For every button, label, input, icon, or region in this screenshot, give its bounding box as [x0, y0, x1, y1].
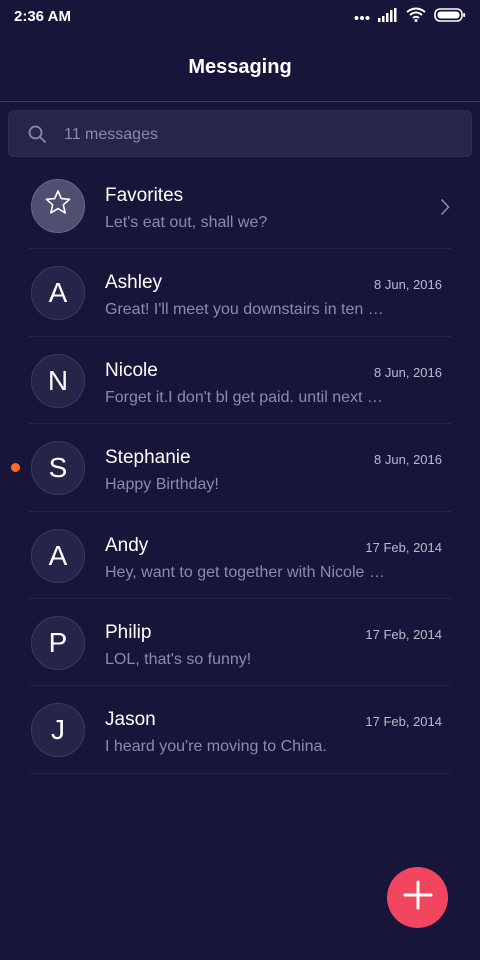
contact-name: Andy: [105, 534, 149, 556]
message-preview: LOL, that's so funny!: [105, 650, 252, 668]
avatar: J: [31, 703, 85, 758]
contact-name: Nicole: [105, 359, 158, 381]
message-date: 8 Jun, 2016: [374, 364, 442, 380]
conversation-item[interactable]: P Philip 17 Feb, 2014 LOL, that's so funny!: [0, 599, 480, 687]
conversation-item[interactable]: J Jason 17 Feb, 2014 I heard you're moving …: [0, 686, 480, 774]
conversation-item[interactable]: N Nicole 8 Jun, 2016 Forget it.I don't bl g…: [0, 337, 480, 425]
favorites-title: Favorites: [105, 185, 184, 206]
signal-icon: [378, 7, 398, 27]
message-preview: Happy Birthday!: [105, 476, 219, 494]
message-date: 17 Feb, 2014: [365, 626, 442, 642]
search-placeholder: 11 messages: [64, 126, 158, 143]
message-preview: I heard you're moving to China.: [105, 738, 327, 756]
contact-name: Ashley: [105, 272, 163, 294]
more-dots-icon: [354, 8, 370, 26]
favorites-avatar: [31, 179, 85, 233]
page-title: Messaging: [188, 56, 292, 78]
row-divider: [28, 772, 452, 774]
battery-icon: [434, 7, 466, 27]
favorites-preview: Let's eat out, shall we?: [105, 214, 268, 231]
status-icons: [354, 7, 466, 27]
message-date: 8 Jun, 2016: [374, 277, 442, 293]
conversation-list: Favorites Let's eat out, shall we? A Ashl…: [0, 162, 480, 774]
unread-indicator: [11, 463, 20, 473]
message-preview: Great! I'll meet you downstairs in ten m…: [105, 301, 387, 319]
avatar: A: [31, 528, 85, 583]
status-bar: 2:36 AM: [0, 0, 480, 36]
avatar: S: [31, 441, 85, 496]
plus-icon: [403, 880, 433, 915]
avatar: P: [31, 615, 85, 670]
conversation-item[interactable]: A Ashley 8 Jun, 2016 Great! I'll meet you d…: [0, 249, 480, 337]
message-preview: Forget it.I don't bl get paid. until nex…: [105, 388, 387, 406]
favorites-item[interactable]: Favorites Let's eat out, shall we?: [0, 162, 480, 250]
contact-name: Jason: [105, 709, 156, 731]
avatar: A: [31, 266, 85, 321]
message-preview: Hey, want to get together with Nicole to…: [105, 563, 387, 581]
search-icon: [28, 125, 46, 148]
chevron-right-icon: [440, 198, 450, 221]
star-icon: [44, 189, 72, 223]
wifi-icon: [406, 7, 426, 27]
conversation-item[interactable]: S Stephanie 8 Jun, 2016 Happy Birthday!: [0, 424, 480, 512]
message-date: 17 Feb, 2014: [365, 714, 442, 730]
contact-name: Stephanie: [105, 447, 191, 469]
search-input[interactable]: 11 messages: [8, 110, 472, 157]
contact-name: Philip: [105, 621, 152, 643]
app-header: Messaging: [0, 36, 480, 102]
conversation-item[interactable]: A Andy 17 Feb, 2014 Hey, want to get togeth…: [0, 512, 480, 599]
status-time: 2:36 AM: [14, 8, 71, 25]
avatar: N: [31, 353, 85, 408]
new-message-button[interactable]: [387, 867, 448, 928]
message-date: 17 Feb, 2014: [365, 539, 442, 555]
message-date: 8 Jun, 2016: [374, 452, 442, 468]
